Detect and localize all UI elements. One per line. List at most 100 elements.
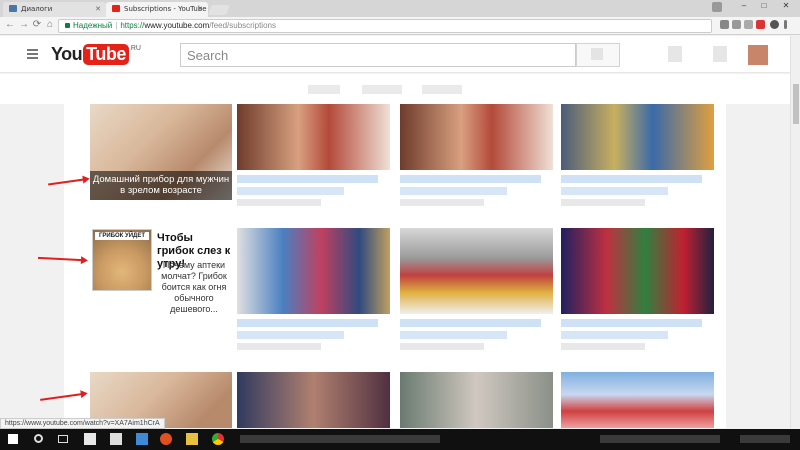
- translate-icon[interactable]: [732, 20, 741, 29]
- subnav-item[interactable]: [422, 85, 462, 94]
- tab-close-icon[interactable]: ✕: [95, 5, 101, 13]
- video-card[interactable]: [400, 228, 553, 350]
- youtube-logo[interactable]: You Tube RU: [51, 43, 141, 65]
- notifications-icon[interactable]: [713, 46, 727, 62]
- task-view-icon[interactable]: [58, 435, 68, 443]
- back-button[interactable]: ←: [4, 19, 16, 30]
- feed-subnav: [0, 74, 790, 104]
- browser-toolbar: ← → ⟳ ⌂ Надежный | https://www.youtube.com…: [0, 17, 800, 35]
- video-title[interactable]: [237, 331, 345, 339]
- link-status-bar: https://www.youtube.com/watch?v=XA7Aim1h…: [0, 418, 165, 429]
- video-thumbnail[interactable]: [400, 104, 553, 170]
- vk-favicon-icon: [9, 5, 17, 12]
- url-path: /feed/subscriptions: [209, 21, 276, 30]
- bookmark-star-icon[interactable]: [744, 20, 753, 29]
- home-button[interactable]: ⌂: [44, 19, 56, 30]
- windows-start-icon[interactable]: [8, 434, 18, 444]
- video-thumbnail[interactable]: [561, 104, 714, 170]
- store-icon[interactable]: [84, 433, 96, 445]
- address-bar[interactable]: Надежный | https://www.youtube.com/feed/su…: [58, 19, 712, 33]
- video-title[interactable]: [561, 175, 702, 183]
- media-icon[interactable]: [160, 433, 172, 445]
- secure-label: Надежный: [73, 21, 113, 30]
- explorer-icon[interactable]: [186, 433, 198, 445]
- reload-button[interactable]: ⟳: [31, 19, 43, 30]
- logo-region: RU: [130, 45, 141, 52]
- lock-icon: [65, 23, 70, 28]
- avatar[interactable]: [748, 45, 768, 65]
- video-title[interactable]: [237, 187, 345, 195]
- video-card[interactable]: [400, 104, 553, 206]
- extension-icon[interactable]: [756, 20, 765, 29]
- system-tray[interactable]: [600, 435, 720, 443]
- video-title[interactable]: [400, 331, 508, 339]
- subnav-item[interactable]: [308, 85, 340, 94]
- ad-text[interactable]: Почему аптеки молчат? Грибок боится как …: [157, 260, 231, 315]
- search-icon[interactable]: [34, 434, 43, 443]
- hamburger-icon[interactable]: [27, 49, 38, 61]
- video-card[interactable]: [237, 372, 390, 428]
- video-thumbnail[interactable]: [561, 372, 714, 428]
- url-host: www.youtube.com: [144, 21, 210, 30]
- ad-banner[interactable]: Домашний прибор для мужчин в зрелом возр…: [90, 104, 232, 200]
- profile-icon[interactable]: [712, 2, 722, 12]
- tab-close-icon[interactable]: ✕: [197, 5, 203, 13]
- youtube-header: You Tube RU Search: [0, 36, 790, 73]
- video-title[interactable]: [561, 331, 669, 339]
- separator: |: [115, 21, 118, 30]
- subnav-item[interactable]: [362, 85, 402, 94]
- video-title[interactable]: [237, 319, 378, 327]
- page-scrollbar[interactable]: [790, 36, 800, 428]
- video-title[interactable]: [561, 319, 702, 327]
- chrome-icon[interactable]: [212, 433, 224, 445]
- video-title[interactable]: [561, 187, 669, 195]
- new-tab-button[interactable]: [208, 5, 230, 15]
- upload-icon[interactable]: [668, 46, 682, 62]
- video-card[interactable]: [237, 228, 390, 350]
- logo-text: You: [51, 43, 83, 64]
- video-title[interactable]: [237, 175, 378, 183]
- tab-subscriptions[interactable]: Subscriptions - YouTube ✕: [106, 2, 208, 17]
- video-thumbnail[interactable]: [237, 104, 390, 170]
- clock[interactable]: [740, 435, 790, 443]
- taskbar-apps[interactable]: [240, 435, 440, 443]
- search-input[interactable]: Search: [180, 43, 576, 67]
- video-meta: [237, 199, 322, 206]
- tab-label: Subscriptions - YouTube: [124, 5, 207, 13]
- video-title[interactable]: [400, 319, 541, 327]
- video-thumbnail[interactable]: [561, 228, 714, 314]
- search-button[interactable]: [576, 43, 620, 67]
- scroll-thumb[interactable]: [793, 84, 799, 124]
- amazon-icon[interactable]: [110, 433, 122, 445]
- video-thumbnail[interactable]: [237, 372, 390, 428]
- video-title[interactable]: [400, 187, 508, 195]
- video-card[interactable]: [561, 372, 714, 428]
- logo-text: Tube: [83, 43, 129, 65]
- extension-icon[interactable]: [770, 20, 779, 29]
- minimize-button[interactable]: –: [736, 1, 752, 10]
- ad-badge: ГРИБОК УЙДЕТ: [95, 232, 149, 240]
- close-window-button[interactable]: ✕: [778, 1, 794, 10]
- video-title[interactable]: [400, 175, 541, 183]
- chrome-menu-icon[interactable]: [784, 20, 787, 29]
- tab-label: Диалоги: [21, 5, 53, 13]
- maximize-button[interactable]: □: [756, 1, 772, 10]
- video-meta: [561, 343, 646, 350]
- video-meta: [400, 343, 485, 350]
- tab-dialogs[interactable]: Диалоги ✕: [3, 2, 106, 17]
- forward-button[interactable]: →: [18, 19, 30, 30]
- video-thumbnail[interactable]: [237, 228, 390, 314]
- dropbox-icon[interactable]: [136, 433, 148, 445]
- ad-image[interactable]: ГРИБОК УЙДЕТ: [92, 229, 152, 291]
- video-card[interactable]: [237, 104, 390, 206]
- video-thumbnail[interactable]: [400, 228, 553, 314]
- video-card[interactable]: [400, 372, 553, 428]
- search-icon[interactable]: [720, 20, 729, 29]
- windows-taskbar: [0, 429, 800, 450]
- video-card[interactable]: [561, 104, 714, 206]
- video-thumbnail[interactable]: [400, 372, 553, 428]
- video-card[interactable]: [561, 228, 714, 350]
- search-icon: [591, 48, 603, 60]
- ad-caption: Домашний прибор для мужчин в зрелом возр…: [90, 171, 232, 200]
- url-scheme: https://: [120, 21, 145, 30]
